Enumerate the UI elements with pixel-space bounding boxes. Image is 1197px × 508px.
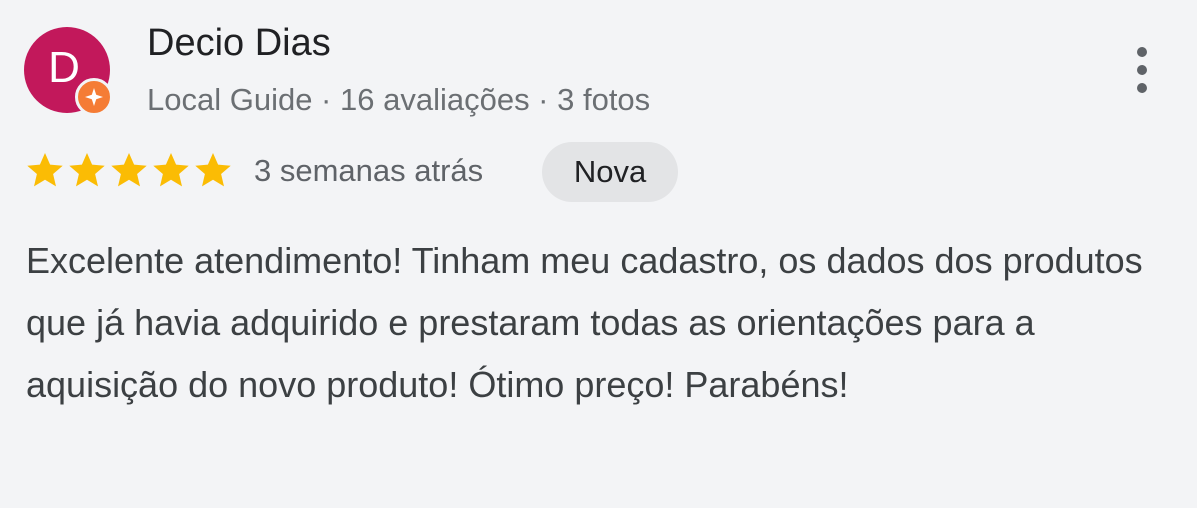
new-badge: Nova bbox=[542, 142, 678, 202]
more-vertical-icon-dot bbox=[1137, 83, 1147, 93]
star-rating bbox=[24, 150, 234, 192]
reviewer-meta[interactable]: Local Guide · 16 avaliações · 3 fotos bbox=[147, 82, 650, 118]
review-text: Excelente atendimento! Tinham meu cadast… bbox=[26, 240, 1143, 405]
local-guide-star-icon bbox=[75, 78, 113, 116]
star-icon bbox=[195, 153, 231, 187]
review-time: 3 semanas atrás bbox=[254, 153, 484, 188]
star-icon bbox=[69, 153, 105, 187]
star-icon bbox=[111, 153, 147, 187]
more-vertical-icon-dot bbox=[1137, 47, 1147, 57]
more-vertical-icon-dot bbox=[1137, 65, 1147, 75]
star-icon bbox=[153, 153, 189, 187]
review-card: D Decio Dias Local Guide · 16 avaliações… bbox=[0, 0, 1197, 508]
more-options-button[interactable] bbox=[1120, 40, 1164, 100]
star-icon bbox=[27, 153, 63, 187]
reviewer-name[interactable]: Decio Dias bbox=[147, 22, 331, 65]
avatar-letter: D bbox=[48, 43, 80, 92]
